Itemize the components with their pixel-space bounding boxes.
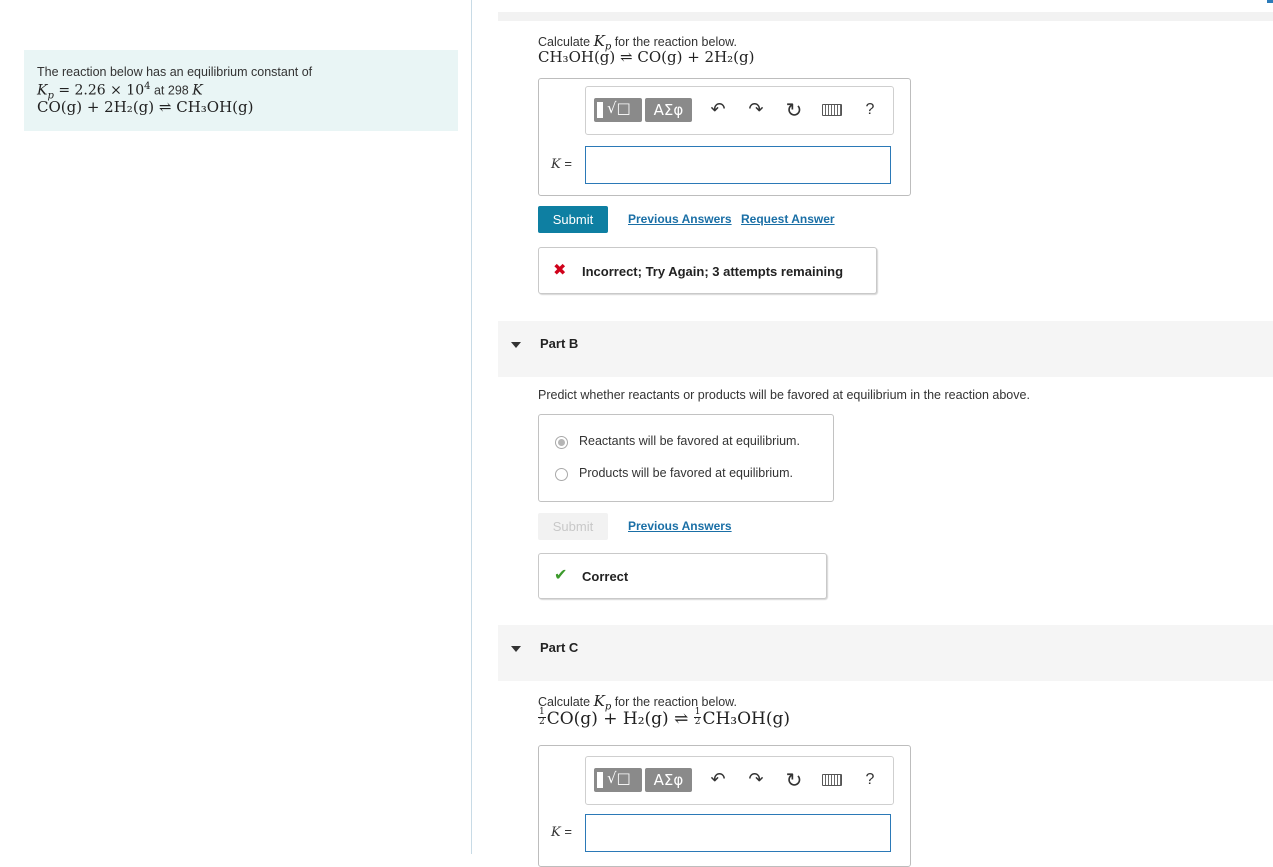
undo-icon[interactable]: ↶ <box>706 767 730 793</box>
intro-text: The reaction below has an equilibrium co… <box>37 65 313 79</box>
keyboard-glyph <box>822 774 842 786</box>
part-a-previous-answers-link[interactable]: Previous Answers <box>628 212 732 226</box>
reaction-left: CO(g) + H₂(g) ⇌ <box>546 709 694 729</box>
keyboard-icon[interactable] <box>820 767 844 793</box>
templates-button[interactable]: √□ <box>594 98 642 122</box>
collapse-triangle-icon[interactable] <box>511 342 521 348</box>
part-b-options: Reactants will be favored at equilibrium… <box>538 414 834 502</box>
prompt-text: Calculate <box>538 695 594 709</box>
part-a-reaction: CH₃OH(g) ⇌ CO(g) + 2H₂(g) <box>538 48 755 66</box>
cursor-block-icon <box>597 102 603 118</box>
collapse-triangle-icon[interactable] <box>511 646 521 652</box>
part-c-title: Part C <box>540 640 579 655</box>
greek-symbols-button[interactable]: ΑΣφ <box>645 768 692 792</box>
part-a-answer-box: √□ ΑΣφ ↶ ↷ ↻ ? K = <box>538 78 911 196</box>
part-b-submit-button: Submit <box>538 513 608 540</box>
kp-temp-unit: K <box>192 82 203 99</box>
part-c-answer-box: √□ ΑΣφ ↶ ↷ ↻ ? K = <box>538 745 911 867</box>
k-label: K = <box>551 824 572 840</box>
redo-icon[interactable]: ↷ <box>744 767 768 793</box>
kp-number: = 2.26 × 10 <box>53 82 145 99</box>
reset-icon[interactable]: ↻ <box>782 767 806 793</box>
kp-temp-text: at 298 <box>150 83 193 98</box>
corner-accent <box>1267 0 1273 3</box>
k-equals: = <box>560 824 572 839</box>
column-divider <box>471 0 472 854</box>
undo-icon[interactable]: ↶ <box>706 97 730 123</box>
fraction-denominator: 2 <box>694 717 701 727</box>
k-answer-input[interactable] <box>585 814 891 852</box>
part-b-title: Part B <box>540 336 579 351</box>
sqrt-template-icon: √□ <box>607 769 631 787</box>
fraction-denominator: 2 <box>539 717 545 727</box>
part-b-feedback: ✔ Correct <box>538 553 827 599</box>
incorrect-x-icon: ✖ <box>553 260 567 279</box>
part-b-previous-answers-link[interactable]: Previous Answers <box>628 519 732 533</box>
redo-icon[interactable]: ↷ <box>744 97 768 123</box>
keyboard-icon[interactable] <box>820 97 844 123</box>
request-answer-link[interactable]: Request Answer <box>741 212 835 226</box>
part-a-feedback: ✖ Incorrect; Try Again; 3 attempts remai… <box>538 247 877 294</box>
part-c-reaction: 1 2 CO(g) + H₂(g) ⇌ 1 2 CH₃OH(g) <box>538 708 791 729</box>
intro-reaction: CO(g) + 2H₂(g) ⇌ CH₃OH(g) <box>37 98 254 116</box>
part-a-submit-button[interactable]: Submit <box>538 206 608 233</box>
kp-symbol: K <box>593 692 605 710</box>
fraction-half: 12 <box>693 708 702 727</box>
greek-symbols-button[interactable]: ΑΣφ <box>645 98 692 122</box>
feedback-message: Correct <box>582 569 629 584</box>
feedback-message: Incorrect; Try Again; 3 attempts remaini… <box>582 264 844 279</box>
part-b-header[interactable]: Part B <box>498 321 1273 377</box>
k-var: K <box>551 825 561 840</box>
cursor-block-icon <box>597 772 603 788</box>
k-answer-input[interactable] <box>585 146 891 184</box>
option-label: Reactants will be favored at equilibrium… <box>579 434 800 448</box>
math-toolbar: √□ ΑΣφ ↶ ↷ ↻ ? <box>585 86 894 135</box>
help-icon[interactable]: ? <box>858 767 882 793</box>
prompt-text: for the reaction below. <box>611 35 737 49</box>
templates-button[interactable]: √□ <box>594 768 642 792</box>
k-var: K <box>551 157 561 172</box>
help-icon[interactable]: ? <box>858 97 882 123</box>
sqrt-template-icon: √□ <box>607 99 631 117</box>
part-b-prompt: Predict whether reactants or products wi… <box>538 388 1030 402</box>
reaction-right: CH₃OH(g) <box>702 709 791 729</box>
keyboard-glyph <box>822 104 842 116</box>
k-equals: = <box>560 156 572 171</box>
prompt-text: for the reaction below. <box>611 695 737 709</box>
problem-intro-panel: The reaction below has an equilibrium co… <box>24 50 458 131</box>
radio-button[interactable] <box>555 468 568 481</box>
kp-symbol: K <box>37 82 48 99</box>
prompt-text: Calculate <box>538 35 594 49</box>
k-label: K = <box>551 156 572 172</box>
reset-icon[interactable]: ↻ <box>782 97 806 123</box>
fraction-half: 12 <box>538 708 546 727</box>
correct-check-icon: ✔ <box>554 565 568 584</box>
part-c-header[interactable]: Part C <box>498 625 1273 681</box>
option-label: Products will be favored at equilibrium. <box>579 466 793 480</box>
math-toolbar: √□ ΑΣφ ↶ ↷ ↻ ? <box>585 756 894 805</box>
radio-button-selected[interactable] <box>555 436 568 449</box>
part-a-header-strip <box>498 12 1273 21</box>
